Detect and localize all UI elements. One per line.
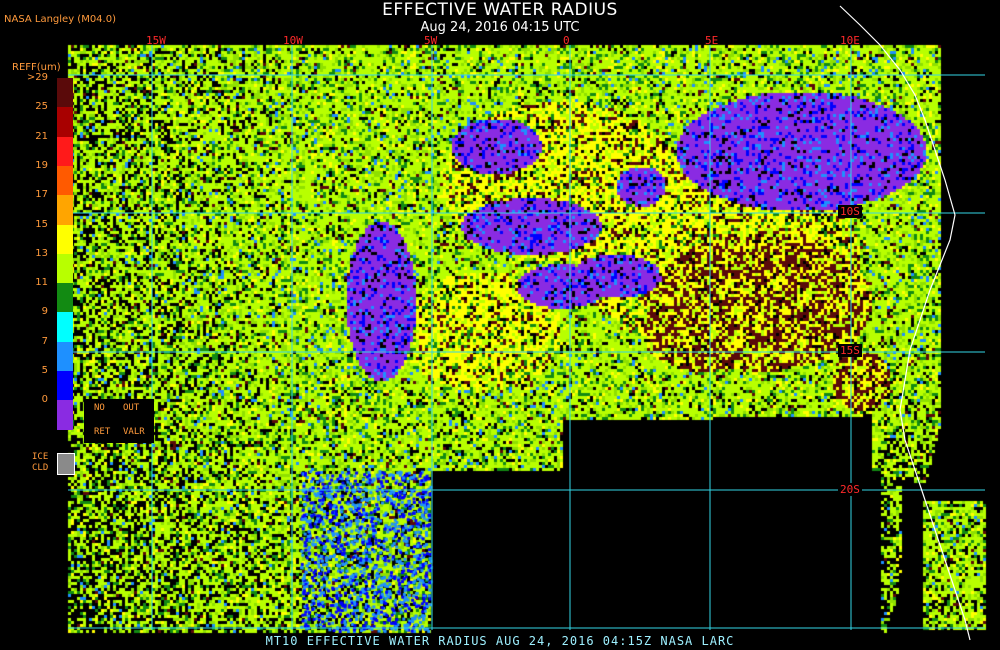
- footer-caption: MT10 EFFECTIVE WATER RADIUS AUG 24, 2016…: [265, 634, 735, 648]
- ice-cloud-label: ICE CLD: [32, 452, 48, 474]
- legend-tick: 11: [35, 277, 48, 289]
- legend-tick: 13: [35, 247, 48, 259]
- lon-label-15w: 15W: [146, 34, 166, 47]
- legend-tick: 25: [35, 101, 48, 113]
- lat-label-10s: 10S: [838, 205, 862, 218]
- legend-swatch: [57, 341, 73, 372]
- legend-swatch: [57, 283, 73, 314]
- coastline: [839, 5, 971, 641]
- legend-tick: 5: [41, 365, 48, 376]
- legend-swatch: [57, 195, 73, 226]
- lon-label-10e: 10E: [840, 34, 860, 47]
- lat-label-15s: 15S: [838, 344, 862, 357]
- legend-swatch: [57, 107, 73, 138]
- lon-label-5e: 5E: [705, 34, 719, 47]
- lon-label-5w: 5W: [424, 34, 438, 47]
- legend-tick: 15: [35, 218, 48, 230]
- legend-swatch: [57, 136, 73, 167]
- legend-tick: 7: [41, 335, 48, 347]
- ret-label: RET: [94, 427, 111, 437]
- legend-swatch: [57, 165, 73, 196]
- legend-swatch: [57, 253, 73, 284]
- ice-label-2: CLD: [32, 463, 49, 473]
- valr-label: VALR: [123, 427, 145, 437]
- legend-swatch: [57, 78, 73, 108]
- legend-tick: 9: [41, 306, 48, 318]
- legend-tick: 17: [35, 189, 48, 201]
- out-label: OUT: [123, 403, 140, 413]
- lon-label-0: 0: [563, 34, 570, 47]
- page-subtitle: Aug 24, 2016 04:15 UTC: [420, 20, 580, 35]
- no-data-legend: NO RET OUT VALR: [84, 399, 154, 443]
- legend-swatch: [57, 224, 73, 255]
- map-overlay: [68, 5, 985, 641]
- legend-tick: >29: [26, 72, 48, 83]
- legend-swatch: [57, 312, 73, 343]
- legend-swatch: [57, 400, 73, 431]
- legend-tick: 21: [35, 130, 48, 142]
- lat-label-20s: 20S: [838, 483, 862, 496]
- org-label: NASA Langley (M04.0): [4, 14, 116, 25]
- no-label: NO: [94, 403, 105, 413]
- legend-tick: 19: [35, 159, 48, 171]
- legend-swatch: [57, 371, 73, 401]
- ice-cloud-swatch: [57, 453, 75, 475]
- lon-label-10w: 10W: [283, 34, 303, 47]
- legend-tick: 0: [41, 394, 48, 406]
- page-title: EFFECTIVE WATER RADIUS: [382, 0, 618, 20]
- ice-label-1: ICE: [32, 452, 49, 462]
